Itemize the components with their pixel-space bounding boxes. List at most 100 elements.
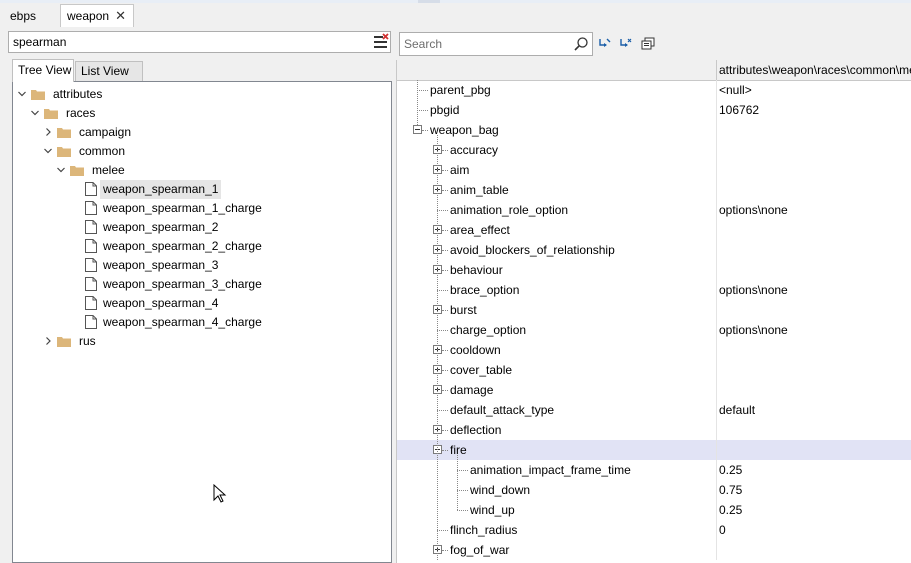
chevron-down-icon[interactable]	[17, 85, 27, 104]
tab-weapon[interactable]: weapon ✕	[60, 4, 134, 27]
mouse-cursor-icon	[213, 483, 227, 504]
chevron-down-icon[interactable]	[30, 104, 40, 123]
property-row-fog-of-war[interactable]: fog_of_war	[397, 540, 911, 560]
tree-file-item[interactable]: weapon_spearman_3	[13, 256, 389, 275]
tree-file-item[interactable]: weapon_spearman_1_charge	[13, 199, 389, 218]
tree-file-item[interactable]: weapon_spearman_4_charge	[13, 313, 389, 332]
column-divider	[716, 460, 717, 480]
property-value[interactable]: 0.25	[719, 460, 742, 480]
expand-all-icon[interactable]	[618, 36, 634, 52]
title-strip	[0, 0, 911, 3]
property-value[interactable]: <null>	[719, 80, 752, 100]
property-row-accuracy[interactable]: accuracy	[397, 140, 911, 160]
property-value[interactable]: default	[719, 400, 755, 420]
tab-ebps[interactable]: ebps	[3, 4, 61, 26]
folder-icon	[31, 89, 45, 100]
column-divider	[716, 100, 717, 120]
tree-connector	[442, 150, 448, 151]
file-icon	[85, 315, 97, 329]
property-grid-header: attributes\weapon\races\common\melee\wea…	[397, 60, 911, 81]
tree-folder-races[interactable]: races	[13, 104, 389, 123]
property-value[interactable]: 0	[719, 520, 726, 540]
tree-item-label: attributes	[53, 87, 103, 101]
tree-item-label: common	[79, 144, 126, 158]
tree-file-item[interactable]: weapon_spearman_3_charge	[13, 275, 389, 294]
chevron-down-icon[interactable]	[56, 161, 66, 180]
property-row-animation-role-option[interactable]: animation_role_option options\none	[397, 200, 911, 220]
close-tab-icon[interactable]: ✕	[115, 5, 126, 27]
property-value[interactable]: options\none	[719, 320, 788, 340]
property-row-fire[interactable]: fire	[397, 440, 911, 460]
property-value[interactable]: 106762	[719, 100, 759, 120]
property-value[interactable]: 0.75	[719, 480, 742, 500]
clear-filter-icon[interactable]	[372, 33, 390, 51]
property-name: cover_table	[450, 363, 513, 377]
tree-connector	[437, 330, 448, 331]
header-path: attributes\weapon\races\common\melee\wea…	[719, 63, 911, 77]
tree-item-label: rus	[79, 334, 96, 348]
tree-item-label: weapon_spearman_2_charge	[103, 239, 262, 253]
tree-connector	[442, 270, 448, 271]
tree-file-item[interactable]: weapon_spearman_1	[13, 180, 389, 199]
property-row-aim[interactable]: aim	[397, 160, 911, 180]
property-row-pbgid[interactable]: pbgid 106762	[397, 100, 911, 120]
tree-connector	[442, 170, 448, 171]
column-divider	[716, 360, 717, 380]
tree-file-item[interactable]: weapon_spearman_4	[13, 294, 389, 313]
property-name: flinch_radius	[450, 523, 518, 537]
file-icon	[85, 296, 97, 310]
tab-list-view[interactable]: List View	[75, 61, 143, 81]
tree-file-item[interactable]: weapon_spearman_2_charge	[13, 237, 389, 256]
file-icon	[85, 239, 97, 253]
tree-item-label: weapon_spearman_3	[103, 258, 219, 272]
property-row-default-attack-type[interactable]: default_attack_type default	[397, 400, 911, 420]
header-name-column[interactable]	[397, 60, 717, 80]
tree-folder-rus[interactable]: rus	[13, 332, 389, 351]
property-row-damage[interactable]: damage	[397, 380, 911, 400]
column-divider	[716, 540, 717, 560]
tab-tree-view[interactable]: Tree View	[12, 59, 74, 82]
property-row-cover-table[interactable]: cover_table	[397, 360, 911, 380]
tree-guide	[417, 80, 418, 125]
property-row-weapon-bag[interactable]: weapon_bag	[397, 120, 911, 140]
collapse-all-icon[interactable]	[597, 36, 613, 52]
tree-search-input[interactable]	[8, 31, 391, 53]
tree-folder-common[interactable]: common	[13, 142, 389, 161]
search-icon[interactable]	[573, 36, 589, 52]
tree-folder-melee[interactable]: melee	[13, 161, 389, 180]
property-row-behaviour[interactable]: behaviour	[397, 260, 911, 280]
property-row-avoid-blockers-of-relationship[interactable]: avoid_blockers_of_relationship	[397, 240, 911, 260]
property-row-parent-pbg[interactable]: parent_pbg <null>	[397, 80, 911, 100]
property-value[interactable]: options\none	[719, 200, 788, 220]
property-row-charge-option[interactable]: charge_option options\none	[397, 320, 911, 340]
tree-item-label: campaign	[79, 125, 132, 139]
tree-file-item[interactable]: weapon_spearman_2	[13, 218, 389, 237]
title-strip-grip[interactable]	[418, 0, 440, 3]
file-icon	[85, 277, 97, 291]
property-row-wind-down[interactable]: wind_down 0.75	[397, 480, 911, 500]
tree-folder-attributes[interactable]: attributes	[13, 85, 389, 104]
property-row-deflection[interactable]: deflection	[397, 420, 911, 440]
property-row-brace-option[interactable]: brace_option options\none	[397, 280, 911, 300]
property-name: cooldown	[450, 343, 501, 357]
property-search-input[interactable]	[399, 32, 593, 56]
chevron-right-icon[interactable]	[43, 123, 53, 142]
property-row-burst[interactable]: burst	[397, 300, 911, 320]
tree-folder-campaign[interactable]: campaign	[13, 123, 389, 142]
property-row-area-effect[interactable]: area_effect	[397, 220, 911, 240]
property-row-anim-table[interactable]: anim_table	[397, 180, 911, 200]
copy-icon[interactable]	[640, 36, 656, 52]
chevron-right-icon[interactable]	[43, 332, 53, 351]
tab-list-view-label: List View	[81, 64, 129, 78]
property-row-cooldown[interactable]: cooldown	[397, 340, 911, 360]
property-row-flinch-radius[interactable]: flinch_radius 0	[397, 520, 911, 540]
chevron-down-icon[interactable]	[43, 142, 53, 161]
property-row-animation-impact-frame-time[interactable]: animation_impact_frame_time 0.25	[397, 460, 911, 480]
collapse-icon[interactable]	[413, 125, 422, 134]
column-divider	[716, 260, 717, 280]
property-row-wind-up[interactable]: wind_up 0.25	[397, 500, 911, 520]
folder-icon	[44, 108, 58, 119]
property-name: fog_of_war	[450, 543, 510, 557]
property-value[interactable]: options\none	[719, 280, 788, 300]
property-value[interactable]: 0.25	[719, 500, 742, 520]
